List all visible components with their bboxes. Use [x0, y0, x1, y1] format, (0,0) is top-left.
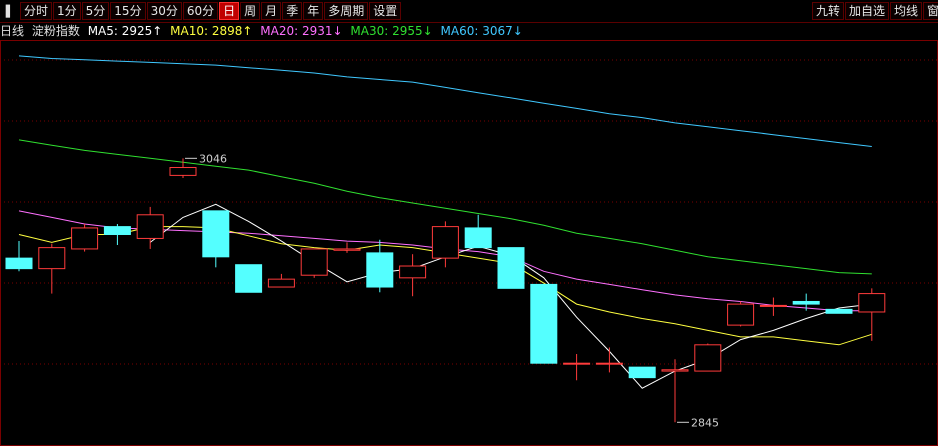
candle-body	[497, 247, 525, 289]
candle-body	[399, 265, 427, 279]
candle-22[interactable]	[727, 301, 755, 327]
toolbar-button-left-8[interactable]: 月	[261, 2, 282, 20]
candle-16[interactable]	[530, 283, 558, 364]
candle-body	[530, 283, 558, 364]
candle-body	[727, 303, 755, 326]
candle-3[interactable]	[103, 223, 131, 245]
candle-10[interactable]	[333, 242, 361, 253]
candle-11[interactable]	[366, 239, 394, 293]
candle-7[interactable]	[235, 264, 263, 293]
candle-19[interactable]	[628, 366, 656, 379]
ma60-value: MA60: 3067↓	[440, 24, 523, 38]
candle-9[interactable]	[300, 248, 328, 278]
candle-body	[825, 308, 853, 314]
candle-body	[169, 167, 197, 176]
candle-body	[38, 247, 66, 270]
candle-body	[71, 227, 99, 250]
ma5-value: MA5: 2925↑	[87, 24, 163, 38]
candle-body	[202, 210, 230, 258]
ma60-line	[18, 55, 872, 147]
ma5-line	[149, 203, 872, 389]
candle-14[interactable]	[464, 214, 492, 249]
toolbar-button-left-3[interactable]: 15分	[110, 2, 146, 20]
toolbar-button-left-0[interactable]: 分时	[20, 2, 53, 20]
candle-23[interactable]	[759, 297, 787, 316]
candle-body	[267, 278, 295, 288]
candle-body	[366, 252, 394, 288]
toolbar-button-left-12[interactable]: 设置	[369, 2, 402, 20]
candle-24[interactable]	[792, 293, 820, 311]
candle-body	[136, 214, 164, 239]
toolbar-button-right-1[interactable]: 加自选	[845, 2, 890, 20]
toolbar-button-left-7[interactable]: 周	[240, 2, 261, 20]
toolbar-button-left-11[interactable]: 多周期	[324, 2, 369, 20]
candle-body	[759, 304, 787, 307]
candle-4[interactable]	[136, 206, 164, 249]
candle-18[interactable]	[595, 347, 623, 373]
candle-body	[628, 366, 656, 379]
candle-body	[858, 293, 886, 313]
toolbar-button-left-4[interactable]: 30分	[146, 2, 182, 20]
candle-body	[661, 369, 689, 372]
candle-body	[563, 362, 591, 365]
candle-body	[464, 227, 492, 249]
candle-25[interactable]	[825, 308, 853, 314]
candle-body	[300, 248, 328, 276]
period-label: 日线	[0, 24, 25, 38]
candle-body	[595, 362, 623, 365]
candle-15[interactable]	[497, 247, 525, 289]
candle-body	[694, 344, 722, 372]
kline-chart[interactable]: 3046 2845	[0, 40, 938, 446]
period-buttons: 分时 1分 5分 15分 30分 60分日周月季年多周期 设置	[20, 2, 402, 20]
candle-12[interactable]	[399, 254, 427, 297]
candle-body	[333, 248, 361, 251]
candle-body	[235, 264, 263, 293]
candle-2[interactable]	[71, 223, 99, 252]
candle-1[interactable]	[38, 243, 66, 294]
toolbar-button-left-2[interactable]: 5分	[81, 2, 110, 20]
candle-26[interactable]	[858, 288, 886, 341]
toolbar-button-left-5[interactable]: 60分	[182, 2, 219, 20]
toolbar-button-right-0[interactable]: 九转	[812, 2, 845, 20]
annotation-label-1: 2845	[691, 416, 719, 429]
candle-20[interactable]	[661, 359, 689, 423]
ma20-value: MA20: 2931↓	[260, 24, 343, 38]
symbol-name: 淀粉指数	[31, 24, 80, 38]
toolbar-button-left-6[interactable]: 日	[219, 2, 240, 20]
indicator-bar: 日线 淀粉指数 MA5: 2925↑ MA10: 2898↑ MA20: 293…	[0, 22, 938, 40]
candle-21[interactable]	[694, 343, 722, 372]
candle-body	[5, 257, 33, 270]
toolbar-button-right-3[interactable]: 窗	[923, 2, 938, 20]
candle-body	[431, 226, 459, 259]
menu-icon[interactable]: ▌	[2, 3, 18, 19]
ma30-value: MA30: 2955↓	[350, 24, 433, 38]
toolbar-button-right-2[interactable]: 均线	[890, 2, 923, 20]
candle-body	[103, 226, 131, 235]
candle-6[interactable]	[202, 210, 230, 268]
tool-buttons: 九转 加自选 均线窗	[812, 2, 938, 20]
period-toolbar: ▌ 分时 1分 5分 15分 30分 60分日周月季年多周期 设置 九转 加自选 均线窗	[0, 0, 938, 23]
candle-0[interactable]	[5, 241, 33, 272]
candle-17[interactable]	[563, 354, 591, 381]
ma10-value: MA10: 2898↑	[170, 24, 253, 38]
annotation-label-0: 3046	[199, 152, 227, 165]
toolbar-button-left-1[interactable]: 1分	[53, 2, 81, 20]
toolbar-button-left-9[interactable]: 季	[282, 2, 303, 20]
candle-8[interactable]	[267, 273, 295, 288]
toolbar-button-left-10[interactable]: 年	[303, 2, 324, 20]
candle-body	[792, 300, 820, 305]
